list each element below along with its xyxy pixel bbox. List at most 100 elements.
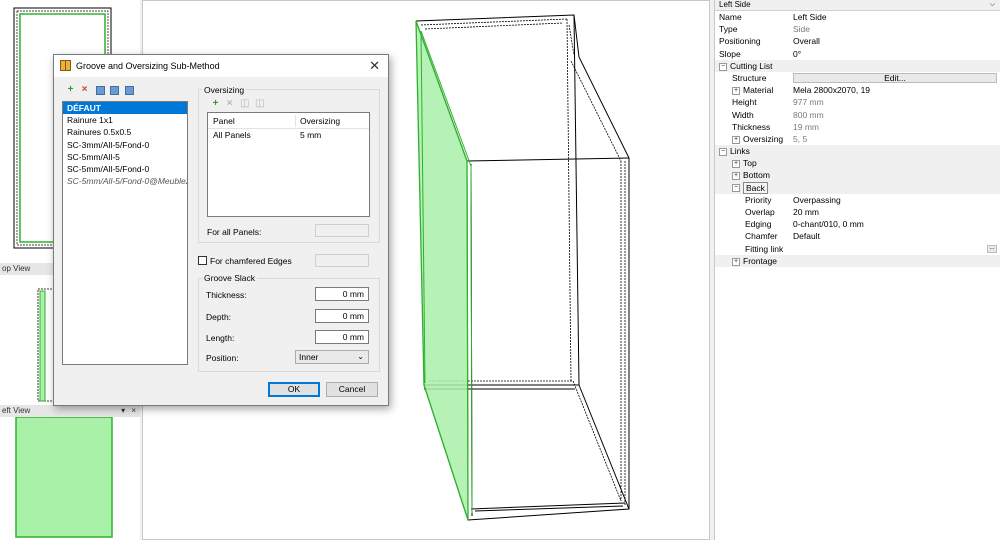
collapse-icon[interactable]: − — [732, 184, 740, 193]
prop-row-name[interactable]: Name Left Side — [715, 11, 1000, 23]
prop-row-structure[interactable]: Structure Edit... — [715, 72, 1000, 84]
category-bottom[interactable]: + Bottom — [715, 169, 1000, 182]
length-input[interactable]: 0 mm — [315, 330, 369, 344]
list-item[interactable]: Rainure 1x1 — [63, 114, 187, 126]
prop-label: Thickness — [732, 121, 771, 132]
prop-row-chamfer[interactable]: Chamfer Default — [715, 230, 1000, 242]
prop-row-material[interactable]: + Material Mela 2800x2070, 19 — [715, 84, 1000, 96]
prop-row-width[interactable]: Width 800 mm — [715, 109, 1000, 121]
prop-value: 19 mm — [793, 121, 819, 132]
collapse-icon[interactable]: − — [719, 147, 727, 156]
prop-value[interactable]: Overall — [793, 35, 820, 47]
prop-row-height[interactable]: Height 977 mm — [715, 96, 1000, 108]
collapse-icon[interactable]: − — [719, 62, 727, 71]
thickness-input[interactable]: 0 mm — [315, 287, 369, 301]
list-item[interactable]: SC-5mm/All-5/Fond-0 — [63, 163, 187, 175]
prop-row-slope[interactable]: Slope 0° — [715, 48, 1000, 60]
table-header-oversizing[interactable]: Oversizing — [300, 116, 340, 126]
prop-row-overlap[interactable]: Overlap 20 mm — [715, 206, 1000, 218]
expand-icon[interactable]: + — [732, 160, 740, 168]
prop-row-type[interactable]: Type Side — [715, 23, 1000, 35]
chamfered-edges-label[interactable]: For chamfered Edges — [210, 256, 292, 266]
chamfered-edges-checkbox[interactable] — [198, 256, 207, 265]
dialog-title: Groove and Oversizing Sub-Method — [76, 61, 220, 71]
export-icon[interactable] — [125, 86, 134, 95]
prop-label: Chamfer — [745, 231, 778, 242]
list-item[interactable]: SC-5mm/All-5 — [63, 151, 187, 163]
category-top[interactable]: + Top — [715, 157, 1000, 170]
prop-row-priority[interactable]: Priority Overpassing — [715, 194, 1000, 206]
prop-value[interactable]: 20 mm — [793, 206, 819, 218]
table-cell-panel[interactable]: All Panels — [213, 130, 251, 140]
oversizing-table[interactable]: Panel Oversizing All Panels 5 mm — [207, 112, 370, 217]
prop-row-edging[interactable]: Edging 0-chant/010, 0 mm — [715, 218, 1000, 230]
prop-label: Width — [732, 109, 754, 120]
prop-value: 800 mm — [793, 109, 824, 120]
method-list[interactable]: DÉFAUT Rainure 1x1 Rainures 0.5x0.5 SC-3… — [62, 101, 188, 365]
chamfered-edges-input — [315, 254, 369, 267]
list-item[interactable]: Rainures 0.5x0.5 — [63, 126, 187, 138]
list-item[interactable]: DÉFAUT — [63, 102, 187, 115]
prop-value[interactable]: Default — [793, 230, 820, 242]
import-icon[interactable] — [110, 86, 119, 95]
ok-button[interactable]: OK — [268, 382, 320, 397]
prop-value: 5, 5 — [793, 133, 808, 144]
category-back[interactable]: − Back — [715, 181, 1000, 194]
object-selector[interactable]: Left Side ⌵ — [715, 0, 1000, 11]
prop-label: Oversizing — [743, 133, 784, 144]
groove-oversizing-dialog: Groove and Oversizing Sub-Method ✕ + × D… — [53, 54, 389, 406]
cabinet-icon — [60, 60, 71, 71]
prop-value: Side — [793, 24, 811, 35]
prop-row-fitting-link[interactable]: Fitting link... — [715, 243, 1000, 255]
prop-value: 977 mm — [793, 97, 824, 108]
for-all-panels-input — [315, 224, 369, 237]
expand-icon[interactable]: + — [732, 172, 740, 181]
copy-icon[interactable] — [96, 86, 105, 95]
prop-value[interactable]: Overpassing — [793, 194, 841, 206]
list-item[interactable]: SC-3mm/All-5/Fond-0 — [63, 139, 187, 151]
category-label: Frontage — [743, 255, 778, 266]
expand-icon[interactable]: + — [732, 257, 740, 266]
position-select[interactable]: Inner ⌄ — [295, 350, 369, 364]
prop-value[interactable]: Left Side — [793, 11, 827, 23]
list-item[interactable]: SC-5mm/All-5/Fond-0@Meuble2 — [63, 175, 187, 187]
left-view-tab[interactable]: eft View ▾ × — [0, 405, 140, 417]
fitting-link-browse-button[interactable]: ... — [987, 244, 997, 253]
prop-label: Name — [719, 12, 742, 22]
prop-row-positioning[interactable]: Positioning Overall — [715, 35, 1000, 47]
prop-label: Positioning — [719, 36, 761, 47]
oversizing-group-label: Oversizing — [202, 85, 247, 95]
length-label: Length: — [206, 333, 235, 343]
expand-icon[interactable]: + — [732, 86, 740, 95]
prop-row-oversizing[interactable]: + Oversizing 5, 5 — [715, 133, 1000, 145]
paste-icon: ◫ — [255, 98, 265, 109]
expand-icon[interactable]: + — [732, 135, 740, 144]
prop-label: Edging — [745, 219, 772, 230]
prop-value[interactable]: Mela 2800x2070, 19 — [793, 84, 870, 96]
category-cutting-list[interactable]: − Cutting List — [715, 59, 1000, 72]
cancel-button[interactable]: Cancel — [326, 382, 378, 397]
dialog-body: + × DÉFAUT Rainure 1x1 Rainures 0.5x0.5 … — [54, 77, 388, 405]
category-frontage[interactable]: + Frontage — [715, 254, 1000, 267]
depth-label: Depth: — [206, 312, 232, 322]
chevron-down-icon[interactable]: ⌵ — [990, 0, 995, 10]
prop-label: Height — [732, 97, 757, 108]
depth-input[interactable]: 0 mm — [315, 309, 369, 323]
add-icon[interactable]: + — [211, 99, 220, 109]
prop-label: Material — [743, 85, 774, 96]
prop-value[interactable]: 0° — [793, 48, 801, 60]
dialog-title-bar[interactable]: Groove and Oversizing Sub-Method ✕ — [54, 55, 388, 77]
chevron-down-icon: ⌄ — [357, 352, 364, 361]
left-view-canvas[interactable] — [0, 416, 140, 540]
table-cell-oversizing[interactable]: 5 mm — [300, 130, 321, 140]
add-icon[interactable]: + — [66, 85, 75, 95]
prop-row-thickness[interactable]: Thickness 19 mm — [715, 121, 1000, 133]
left-view-tab-controls[interactable]: ▾ × — [121, 405, 136, 417]
property-panel: Left Side ⌵ Name Left Side Type Side Posit… — [714, 0, 1000, 540]
category-links[interactable]: − Links — [715, 145, 1000, 158]
close-icon[interactable]: ✕ — [369, 55, 380, 77]
prop-value[interactable]: 0-chant/010, 0 mm — [793, 218, 864, 230]
delete-icon[interactable]: × — [80, 85, 89, 95]
structure-edit-button[interactable]: Edit... — [793, 72, 997, 83]
table-header-panel[interactable]: Panel — [213, 116, 235, 126]
